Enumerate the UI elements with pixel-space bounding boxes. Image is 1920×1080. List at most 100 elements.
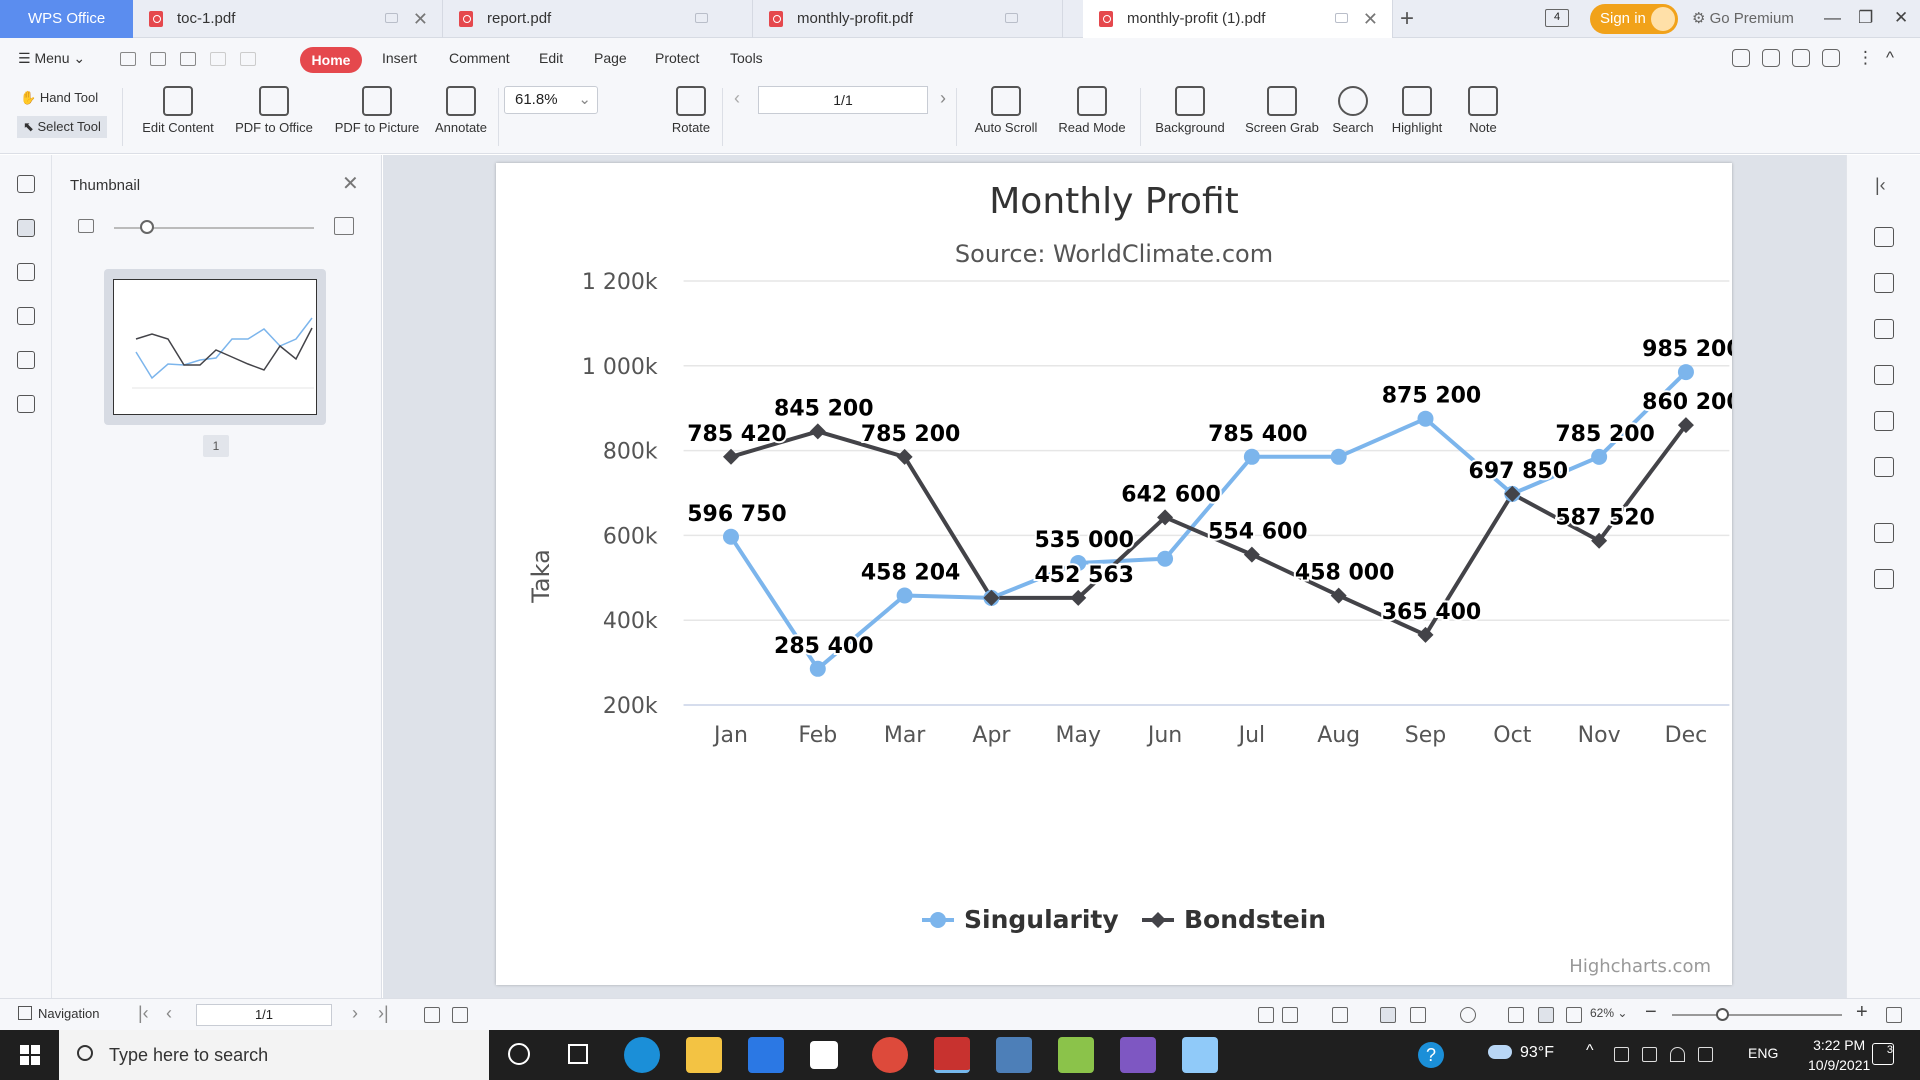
app-window-icon[interactable] [996,1037,1032,1073]
zoom-in-icon[interactable]: + [1856,1001,1868,1024]
battery-icon[interactable] [1642,1047,1657,1062]
zoom-slider[interactable] [1672,1008,1842,1021]
status-page-input[interactable]: 1/1 [196,1004,332,1026]
highlight-button[interactable]: Highlight [1384,86,1450,135]
collapse-ribbon-icon[interactable]: ^ [1886,40,1894,76]
convert-icon[interactable] [17,395,35,413]
zoom-out-icon[interactable]: − [1645,1001,1657,1024]
close-panel-icon[interactable]: ✕ [342,171,359,196]
chart-legend[interactable]: Singularity Bondstein [922,905,1326,934]
comment-icon[interactable] [1822,49,1840,67]
mail-icon[interactable] [748,1037,784,1073]
doc-tab-monthly-profit[interactable]: monthly-profit.pdf [753,0,1063,38]
taskbar-search-box[interactable]: Type here to search [59,1030,489,1080]
annotate-button[interactable]: Annotate [430,86,492,135]
input-language[interactable]: ENG [1748,1045,1778,1061]
chart-credits[interactable]: Highcharts.com [1569,956,1711,977]
fullscreen-icon[interactable] [1886,1007,1902,1023]
rotate-button[interactable]: Rotate [664,86,718,135]
large-thumbnail-icon[interactable] [334,217,354,235]
play-icon[interactable] [1460,1007,1476,1023]
close-tab-icon[interactable]: ✕ [413,0,428,38]
prev-page-icon[interactable]: ‹ [166,1003,172,1024]
save-icon[interactable] [150,52,166,66]
share-icon[interactable] [1762,49,1780,67]
fit-page-icon[interactable] [1538,1007,1554,1023]
tab-home[interactable]: Home [300,47,362,73]
notes-app-icon[interactable] [1182,1037,1218,1073]
bookmark-icon[interactable] [17,175,35,193]
cortana-icon[interactable] [508,1043,530,1065]
chevron-up-icon[interactable]: ^ [1586,1042,1594,1060]
tab-edit[interactable]: Edit [539,50,563,66]
navigation-toggle[interactable]: Navigation [18,1006,99,1021]
float-window-icon[interactable] [385,13,398,23]
screen-grab-button[interactable]: Screen Grab [1240,86,1324,135]
eye-protect-icon[interactable] [1282,1007,1298,1023]
edge-icon[interactable] [624,1037,660,1073]
continuous-page-icon[interactable] [1332,1007,1348,1023]
python-ide-icon[interactable] [1058,1037,1094,1073]
visual-studio-icon[interactable] [1120,1037,1156,1073]
sign-in-button[interactable]: Sign in [1590,4,1678,34]
signature-icon[interactable] [17,351,35,369]
tab-count-badge[interactable]: 4 [1545,9,1569,27]
minimize-icon[interactable]: — [1824,0,1841,36]
print-icon[interactable] [180,52,196,66]
print-panel-icon[interactable] [1874,523,1894,543]
select-tool-button[interactable]: ⬉ Select Tool [17,116,107,138]
next-page-icon[interactable]: › [940,88,946,109]
forward-view-icon[interactable] [452,1007,468,1023]
weather-widget[interactable]: 93°F [1488,1044,1554,1062]
more-icon[interactable]: ⋮ [1857,40,1874,76]
doc-tab-report[interactable]: report.pdf [443,0,753,38]
export-icon[interactable] [1874,319,1894,339]
close-window-icon[interactable]: ✕ [1894,0,1908,36]
first-page-icon[interactable]: |‹ [138,1003,149,1024]
compress-icon[interactable] [1874,569,1894,589]
legend-item-singularity[interactable]: Singularity [964,905,1119,934]
small-thumbnail-icon[interactable] [78,219,94,233]
zoom-slider-knob[interactable] [1716,1008,1729,1021]
thumbnail-size-slider[interactable] [114,220,314,234]
wifi-icon[interactable] [1670,1047,1685,1062]
comment-list-icon[interactable] [17,263,35,281]
volume-icon[interactable] [1698,1047,1713,1062]
next-page-icon[interactable]: › [352,1003,358,1024]
task-view-icon[interactable] [568,1044,588,1064]
zoom-select[interactable]: 61.8% ⌄ [504,86,598,114]
status-zoom-select[interactable]: 62% ⌄ [1590,1006,1627,1020]
tab-tools[interactable]: Tools [730,50,763,66]
read-mode-button[interactable]: Read Mode [1054,86,1130,135]
help-icon[interactable]: ? [1418,1042,1444,1068]
start-button[interactable] [20,1045,40,1065]
add-file-icon[interactable] [1874,227,1894,247]
float-window-icon[interactable] [695,13,708,23]
system-clock[interactable]: 3:22 PM 10/9/2021 [1808,1035,1870,1075]
float-window-icon[interactable] [1335,13,1348,23]
edit-doc-icon[interactable] [1874,273,1894,293]
attachment-icon[interactable] [17,307,35,325]
collapse-right-panel-icon[interactable]: |‹ [1875,175,1886,196]
document-viewport[interactable]: Monthly Profit Source: WorldClimate.com … [383,155,1846,998]
new-tab-button[interactable]: + [1400,0,1414,38]
search-button[interactable]: Search [1330,86,1376,135]
auto-scroll-button[interactable]: Auto Scroll [966,86,1046,135]
tab-page[interactable]: Page [594,50,627,66]
doc-tab-toc[interactable]: toc-1.pdf ✕ [133,0,443,38]
background-button[interactable]: Background [1148,86,1232,135]
float-window-icon[interactable] [1005,13,1018,23]
page-number-input[interactable]: 1/1 [758,86,928,114]
dropbox-icon[interactable] [810,1041,838,1069]
restore-icon[interactable]: ❐ [1858,0,1873,36]
back-view-icon[interactable] [424,1007,440,1023]
export-page-icon[interactable] [1258,1007,1274,1023]
tab-comment[interactable]: Comment [449,50,510,66]
edit-content-button[interactable]: Edit Content [134,86,222,135]
fit-width-icon[interactable] [1566,1007,1582,1023]
note-button[interactable]: Note [1458,86,1508,135]
form-icon[interactable] [1874,365,1894,385]
sign-icon[interactable] [1874,411,1894,431]
page-thumbnail[interactable] [104,269,326,425]
thumbnail-icon[interactable] [17,219,35,237]
